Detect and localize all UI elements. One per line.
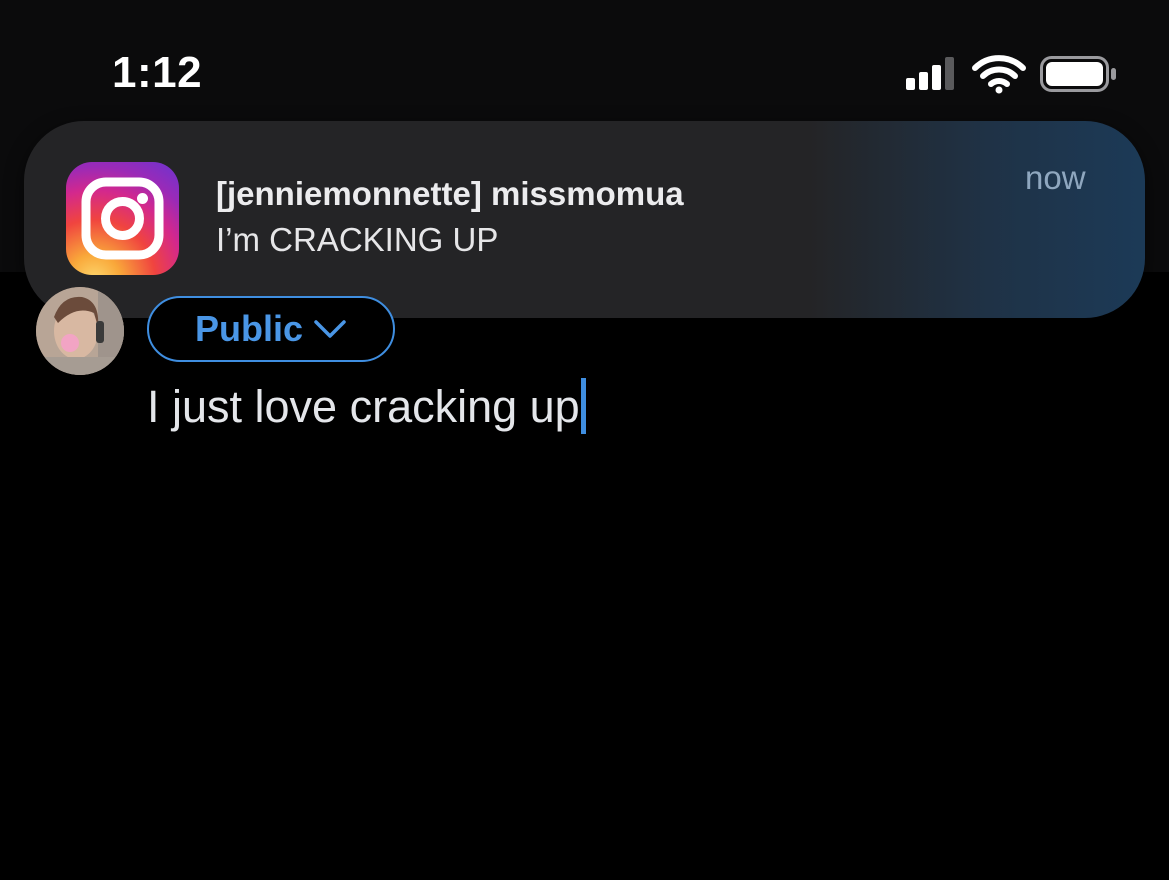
- audience-label: Public: [194, 308, 304, 349]
- screen: 1:12 [jenniemonnette] missmomua I’m CRAC…: [0, 0, 1169, 880]
- notification-time: now: [1025, 159, 1086, 196]
- status-time: 1:12: [112, 48, 203, 97]
- notification-body: I’m CRACKING UP: [216, 221, 499, 258]
- battery-icon: [1040, 56, 1116, 92]
- post-text-input[interactable]: I just love cracking up: [147, 378, 586, 434]
- audience-selector-button[interactable]: Public: [147, 296, 395, 362]
- post-text: I just love cracking up: [147, 381, 580, 432]
- notification-title: [jenniemonnette] missmomua: [216, 175, 684, 212]
- wifi-icon: [972, 55, 1026, 94]
- cellular-signal-icon: [906, 56, 958, 90]
- text-cursor: [580, 378, 586, 434]
- notification-banner[interactable]: [jenniemonnette] missmomua I’m CRACKING …: [24, 121, 1145, 318]
- avatar[interactable]: [36, 287, 124, 375]
- instagram-icon: [66, 162, 179, 275]
- chevron-down-icon: [314, 320, 346, 338]
